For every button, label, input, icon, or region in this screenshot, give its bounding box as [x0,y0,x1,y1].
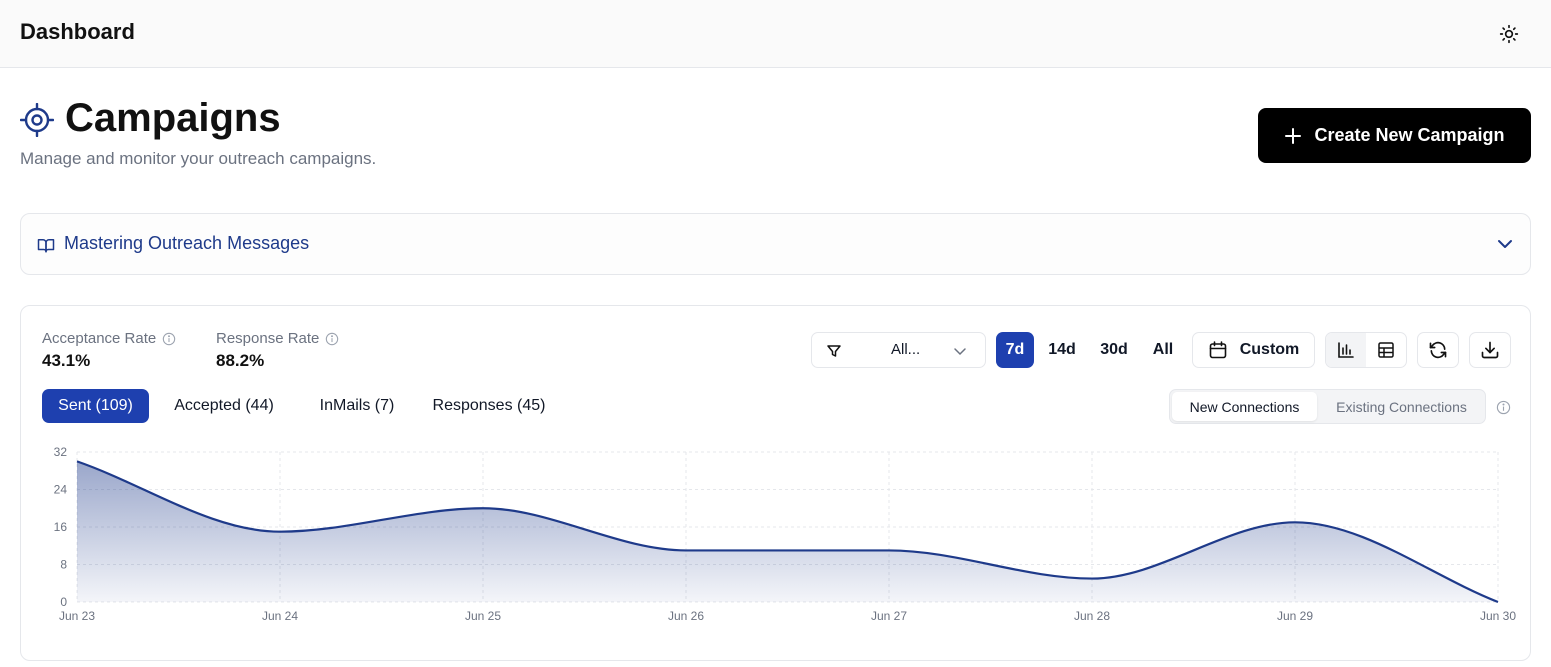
tab-sent[interactable]: Sent (109) [42,389,149,423]
x-tick-label: Jun 29 [1277,609,1313,623]
campaign-filter-value: All... [891,341,921,358]
create-new-campaign-label: Create New Campaign [1314,125,1505,145]
page-title: Campaigns [65,96,281,140]
response-rate-metric: Response Rate 88.2% [216,330,339,371]
chevron-down-icon[interactable] [1495,234,1515,254]
y-tick-label: 0 [60,595,67,609]
campaign-filter-select[interactable]: All... [811,332,986,368]
y-tick-label: 8 [60,558,67,572]
x-tick-label: Jun 27 [871,609,907,623]
create-new-campaign-button[interactable]: Create New Campaign [1258,108,1531,163]
guide-title: Mastering Outreach Messages [64,233,310,253]
x-tick-label: Jun 26 [668,609,704,623]
connection-type-toggle: New Connections Existing Connections [1169,389,1486,424]
info-icon[interactable] [325,332,339,346]
calendar-icon [1209,341,1227,359]
download-button[interactable] [1469,332,1511,368]
page-subtitle: Manage and monitor your outreach campaig… [20,149,377,168]
theme-toggle-button[interactable] [1494,19,1524,49]
plus-icon [1285,127,1302,144]
download-icon [1481,341,1499,359]
range-14d-button[interactable]: 14d [1042,332,1082,368]
x-tick-label: Jun 24 [262,609,298,623]
stats-panel: Acceptance Rate 43.1% Response Rate 88.2… [20,305,1531,661]
chevron-down-icon [954,348,966,356]
table-view-button[interactable] [1366,333,1406,367]
chart-view-button[interactable] [1326,333,1366,367]
x-tick-label: Jun 28 [1074,609,1110,623]
y-tick-label: 24 [54,483,68,497]
new-connections-option[interactable]: New Connections [1172,392,1317,421]
acceptance-rate-value: 43.1% [42,351,91,370]
custom-range-label: Custom [1239,341,1300,358]
x-tick-label: Jun 25 [465,609,501,623]
acceptance-rate-metric: Acceptance Rate 43.1% [42,330,176,371]
range-all-button[interactable]: All [1145,332,1181,368]
range-30d-button[interactable]: 30d [1094,332,1134,368]
info-icon[interactable] [162,332,176,346]
tab-accepted[interactable]: Accepted (44) [156,389,292,423]
book-open-icon [37,239,55,253]
range-7d-button[interactable]: 7d [996,332,1034,368]
response-rate-label: Response Rate [216,330,320,347]
info-icon[interactable] [1496,400,1511,415]
sent-area-chart: 0 8 16 24 32 Jun 23 Jun 24 Jun 25 Jun 26 Jun 27 Ju… [54,445,1517,623]
x-tick-label: Jun 30 [1480,609,1516,623]
refresh-icon [1429,341,1447,359]
sun-icon [1499,24,1519,44]
tab-inmails[interactable]: InMails (7) [301,389,413,423]
target-icon [20,103,54,137]
refresh-button[interactable] [1417,332,1459,368]
acceptance-rate-label: Acceptance Rate [42,330,157,347]
y-tick-label: 16 [54,520,68,534]
filter-icon [827,345,841,357]
table-icon [1378,342,1394,358]
x-tick-label: Jun 23 [59,609,95,623]
tab-responses[interactable]: Responses (45) [416,389,562,423]
existing-connections-option[interactable]: Existing Connections [1320,392,1483,421]
app-title: Dashboard [20,19,135,44]
response-rate-value: 88.2% [216,351,265,370]
y-tick-label: 32 [54,445,68,459]
custom-range-button[interactable]: Custom [1192,332,1315,368]
guide-accordion[interactable]: Mastering Outreach Messages [20,213,1531,275]
view-mode-toggle [1325,332,1407,368]
top-bar: Dashboard [0,0,1551,68]
bar-chart-icon [1338,342,1354,358]
